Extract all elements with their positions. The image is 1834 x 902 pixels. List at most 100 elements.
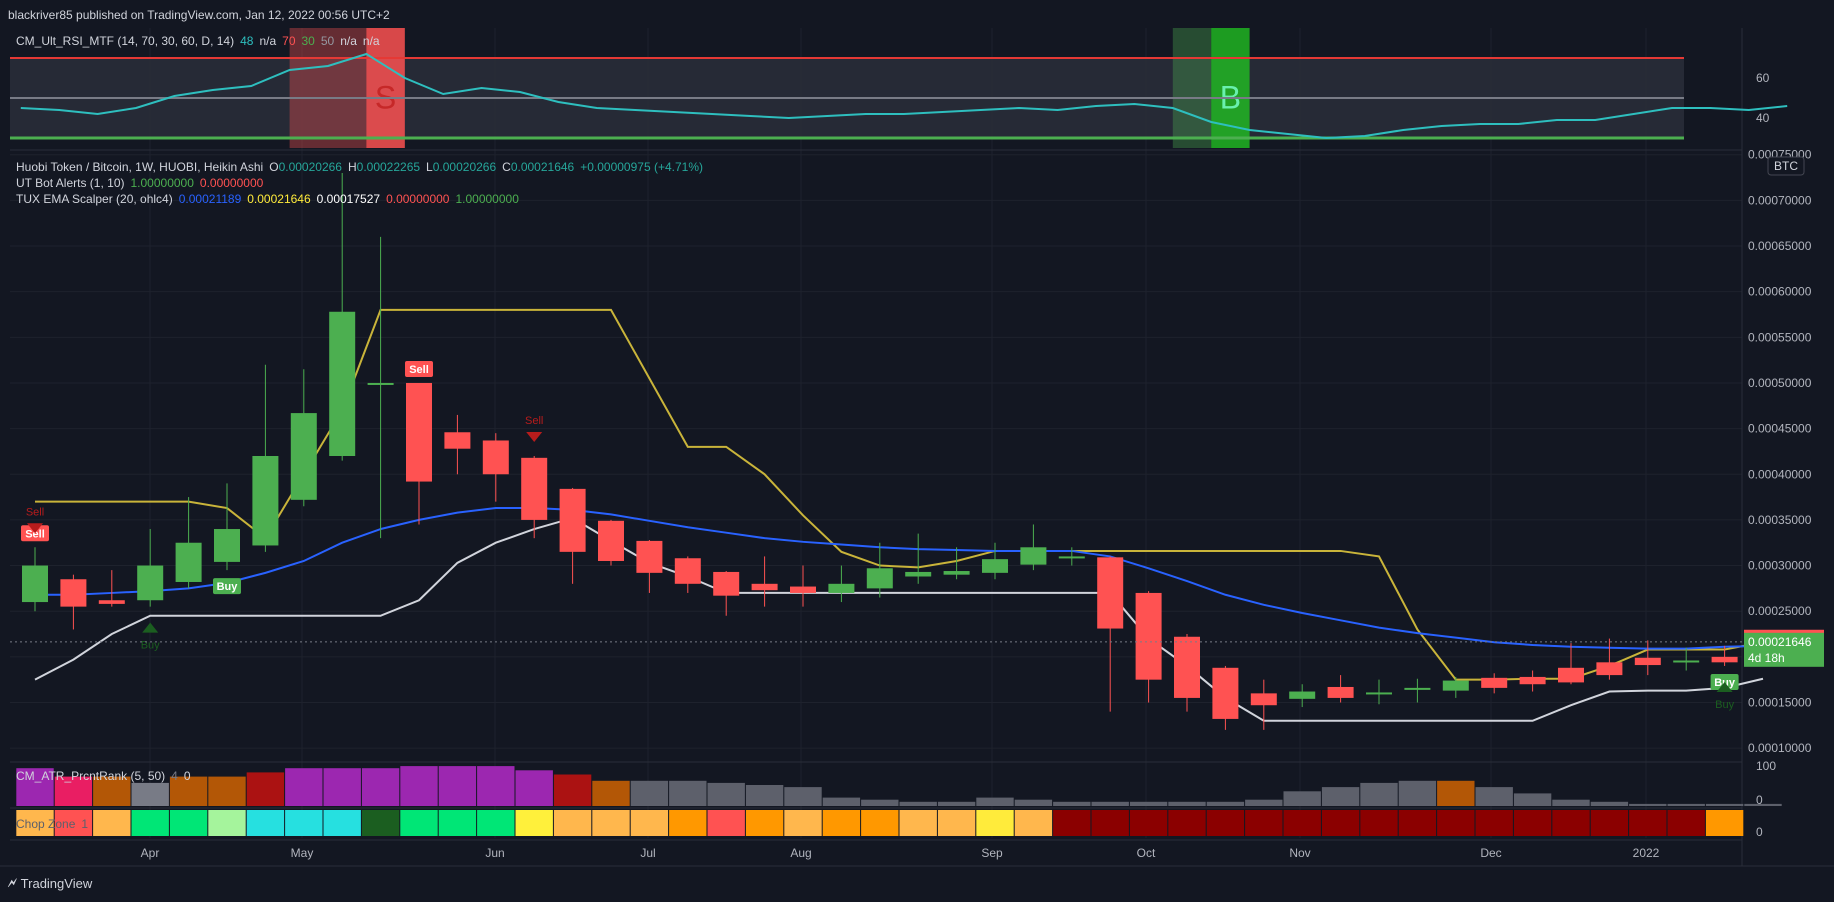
candle-body: [982, 559, 1008, 573]
chop-zone-bar: [1014, 810, 1053, 836]
atr-legend-value: 0: [183, 769, 191, 783]
tradingview-logo[interactable]: 🗲 TradingView: [8, 875, 92, 891]
high-label: H: [347, 160, 357, 174]
chop-zone-bar: [861, 810, 899, 836]
chart-canvas[interactable]: SB4060SellSellBuyBuySellSellBuyBuy0.0001…: [0, 0, 1834, 902]
candle-body: [367, 382, 394, 385]
atr-bar: [1552, 799, 1590, 806]
chop-zone-bar: [784, 810, 822, 836]
price-axis-tick: 0.00060000: [1748, 285, 1812, 299]
candle-body: [713, 571, 740, 596]
price-axis-tick: 0.00045000: [1748, 422, 1812, 436]
close-value: 0.00021646: [510, 160, 575, 174]
tux-ema-value: 0.00017527: [316, 192, 381, 206]
chop-zone-bar: [1245, 810, 1283, 836]
chop-zone-bar: [976, 810, 1014, 836]
candle-body: [636, 540, 663, 573]
candle-body: [1442, 680, 1469, 691]
candle-body: [1020, 547, 1047, 565]
chop-zone-bar: [592, 810, 630, 836]
chop-zone-bar: [1629, 810, 1667, 836]
atr-bar: [553, 774, 592, 806]
rsi-legend: CM_Ult_RSI_MTF (14, 70, 30, 60, D, 14) 48…: [16, 34, 386, 48]
atr-bar: [1091, 801, 1129, 806]
price-axis-tick: 0.00015000: [1748, 695, 1812, 709]
candle-body: [1673, 660, 1700, 663]
price-axis-tick: 0.00030000: [1748, 559, 1812, 573]
price-axis-tick: 0.00050000: [1748, 376, 1812, 390]
candle-body: [1058, 556, 1085, 559]
chop-zone-bar: [1053, 810, 1091, 836]
time-axis-tick: Jul: [640, 846, 655, 860]
atr-bar: [1667, 803, 1705, 806]
candle-body: [290, 413, 317, 500]
atr-bar: [976, 797, 1014, 806]
chop-zone-bar: [1552, 810, 1590, 836]
price-axis-tick: 0.00025000: [1748, 604, 1812, 618]
time-axis-tick: May: [291, 846, 314, 860]
buy-marker-label: Buy: [217, 581, 239, 593]
atr-bar: [1629, 803, 1667, 806]
low-value: 0.00020266: [432, 160, 497, 174]
main-legend-row-3: TUX EMA Scalper (20, ohlc4) 0.00021189 0.0…: [16, 192, 525, 206]
atr-bar: [246, 772, 285, 806]
chop-zone-bar: [1091, 810, 1129, 836]
candle-body: [175, 542, 202, 582]
atr-bar: [822, 797, 861, 806]
atr-bar: [1590, 801, 1629, 806]
time-axis-tick: Aug: [790, 846, 811, 860]
rsi-legend-value: 30: [301, 34, 315, 48]
chop-zone-bar: [285, 810, 323, 836]
main-legend-row-2: UT Bot Alerts (1, 10) 1.00000000 0.0000000…: [16, 176, 269, 190]
rsi-legend-value: 50: [320, 34, 335, 48]
tux-ema-value: 1.00000000: [455, 192, 519, 206]
tux-ema-value: 0.00021189: [178, 192, 242, 206]
sell-arrow: [526, 432, 543, 442]
atr-bar: [1360, 782, 1398, 806]
candle-body: [1558, 667, 1584, 683]
chop-zone-bar: [1437, 810, 1475, 836]
candle-body: [866, 568, 893, 589]
atr-axis-tick: 100: [1756, 759, 1776, 773]
countdown-label: 4d 18h: [1748, 651, 1785, 665]
atr-legend-value: 4: [171, 769, 178, 783]
chop-zone-bar: [669, 810, 707, 836]
candle-body: [1634, 657, 1661, 666]
candle-body: [559, 488, 586, 552]
atr-bar: [131, 782, 169, 806]
candle-body: [22, 565, 48, 603]
chop-zone-bar: [361, 810, 400, 836]
price-axis-tick: 0.00040000: [1748, 467, 1812, 481]
atr-bar: [707, 782, 745, 806]
candle-body: [674, 558, 701, 584]
atr-axis-tick: 0: [1756, 793, 1763, 807]
candle-body: [943, 571, 970, 575]
candle-body: [790, 586, 816, 593]
ut-bot-value: 0.00000000: [199, 176, 264, 190]
atr-bar: [899, 801, 937, 806]
sell-marker-label: Sell: [409, 364, 429, 376]
price-label: 0.00021646: [1748, 635, 1812, 649]
chop-legend-name: Chop Zone: [16, 817, 76, 831]
tux-ema-value: 0.00000000: [386, 192, 450, 206]
atr-bar: [1168, 801, 1206, 806]
candle-body: [1481, 677, 1508, 688]
price-axis-tick: 0.00065000: [1748, 239, 1812, 253]
rsi-legend-name: CM_Ult_RSI_MTF (14, 70, 30, 60, D, 14): [16, 34, 235, 48]
candle-body: [1250, 693, 1277, 706]
candle-body: [137, 565, 164, 601]
candle-body: [905, 571, 932, 577]
chop-zone-bar: [208, 810, 246, 836]
chop-zone-bar: [1360, 810, 1398, 836]
chop-zone-bar: [1513, 810, 1552, 836]
chop-zone-bar: [1475, 810, 1513, 836]
rsi-legend-value: 70: [282, 34, 296, 48]
chop-zone-bar: [1705, 810, 1744, 836]
chop-zone-bar: [515, 810, 553, 836]
ut-bot-name: UT Bot Alerts (1, 10): [16, 176, 125, 190]
atr-bar: [669, 780, 707, 806]
tradingview-brand: TradingView: [20, 875, 93, 891]
atr-bar: [1245, 799, 1283, 806]
atr-bar: [1705, 803, 1744, 806]
candle-body: [1711, 656, 1738, 663]
